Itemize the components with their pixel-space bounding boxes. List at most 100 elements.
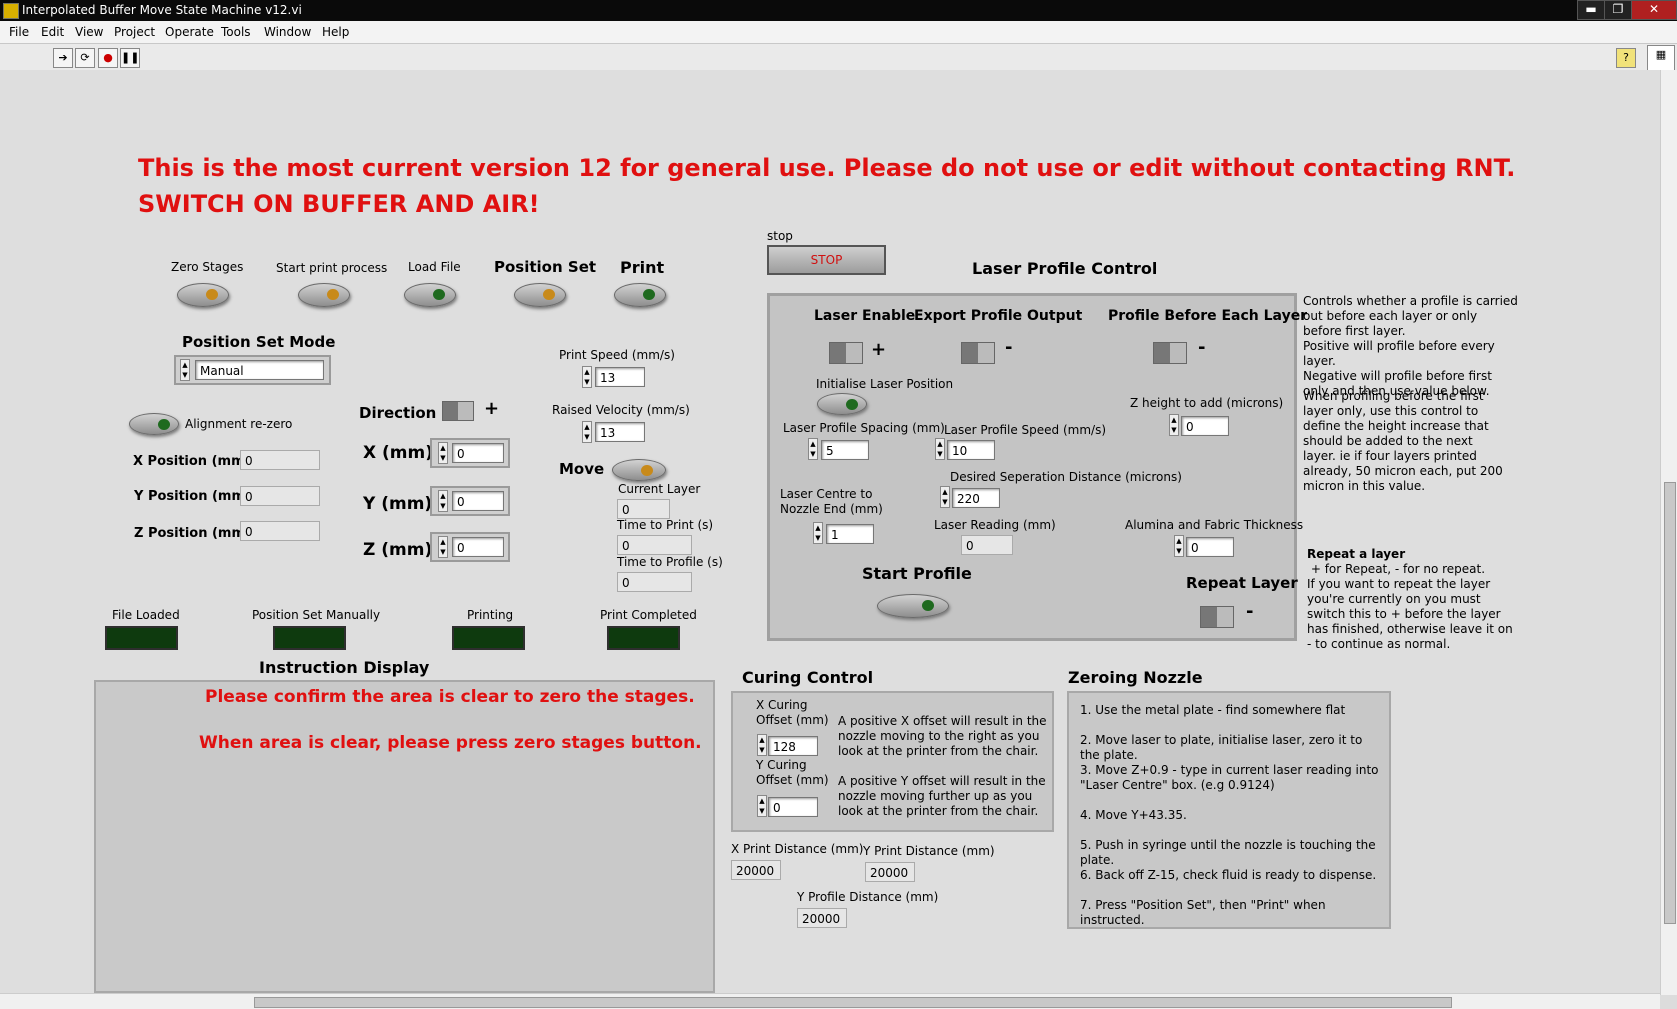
- profile-before-each-layer-toggle[interactable]: [1153, 342, 1187, 364]
- move-button[interactable]: [612, 459, 666, 481]
- minimize-button[interactable]: ▬: [1577, 0, 1605, 20]
- export-profile-output-label: Export Profile Output: [914, 308, 1083, 324]
- profile-before-each-layer-label: Profile Before Each Layer: [1108, 308, 1308, 324]
- y-print-distance-value: 20000: [865, 862, 915, 882]
- export-profile-output-toggle[interactable]: [961, 342, 995, 364]
- x-print-distance-label: X Print Distance (mm): [731, 842, 864, 856]
- initialise-laser-position-button[interactable]: [817, 393, 867, 415]
- laser-reading-value: 0: [961, 535, 1013, 555]
- profile-before-each-layer-sign: -: [1198, 337, 1206, 358]
- x-curing-offset-value[interactable]: 128: [768, 736, 818, 756]
- print-completed-indicator: [607, 626, 680, 650]
- stop-button[interactable]: STOP: [767, 245, 886, 275]
- close-button[interactable]: ✕: [1631, 0, 1677, 20]
- laser-centre-nozzle-spinner[interactable]: ▲ ▼: [813, 522, 823, 544]
- repeat-layer-toggle[interactable]: [1200, 606, 1234, 628]
- alignment-rezero-label: Alignment re-zero: [185, 417, 293, 431]
- laser-profile-spacing-spinner[interactable]: ▲ ▼: [808, 438, 818, 460]
- zero-stages-button[interactable]: [177, 283, 229, 307]
- z-move-value[interactable]: 0: [452, 537, 504, 557]
- desired-separation-spinner[interactable]: ▲ ▼: [940, 486, 950, 508]
- position-set-manually-label: Position Set Manually: [252, 608, 381, 622]
- x-curing-offset-label: X Curing Offset (mm): [756, 698, 829, 727]
- start-print-process-label: Start print process: [276, 261, 388, 275]
- menu-edit[interactable]: Edit: [41, 25, 64, 39]
- raised-velocity-spinner[interactable]: ▲ ▼: [582, 421, 592, 443]
- horizontal-scroll-thumb[interactable]: [254, 997, 1452, 1008]
- maximize-button[interactable]: ❐: [1604, 0, 1632, 20]
- y-position-value: 0: [240, 486, 320, 506]
- x-curing-offset-spinner[interactable]: ▲ ▼: [757, 734, 767, 756]
- y-curing-offset-value[interactable]: 0: [768, 797, 818, 817]
- profile-note: Controls whether a profile is carried ou…: [1303, 294, 1518, 398]
- vertical-scroll-thumb[interactable]: [1664, 482, 1676, 924]
- menu-window[interactable]: Window: [264, 25, 311, 39]
- z-height-to-add-spinner[interactable]: ▲ ▼: [1169, 414, 1179, 436]
- y-move-value[interactable]: 0: [452, 491, 504, 511]
- alumina-fabric-thickness-value[interactable]: 0: [1186, 537, 1234, 557]
- move-label: Move: [559, 460, 605, 478]
- printing-indicator: [452, 626, 525, 650]
- menu-project[interactable]: Project: [114, 25, 155, 39]
- load-file-button[interactable]: [404, 283, 456, 307]
- time-to-profile-label: Time to Profile (s): [617, 555, 723, 569]
- alumina-fabric-thickness-label: Alumina and Fabric Thickness: [1125, 518, 1304, 532]
- run-continuously-icon[interactable]: ⟳: [75, 48, 95, 68]
- context-help-icon[interactable]: ?: [1616, 48, 1636, 68]
- start-profile-button[interactable]: [877, 594, 949, 618]
- zeroing-nozzle-title: Zeroing Nozzle: [1068, 668, 1203, 687]
- laser-profile-spacing-label: Laser Profile Spacing (mm): [783, 421, 945, 435]
- menu-view[interactable]: View: [75, 25, 103, 39]
- x-move-value[interactable]: 0: [452, 443, 504, 463]
- laser-enable-toggle[interactable]: [829, 342, 863, 364]
- alumina-fabric-thickness-spinner[interactable]: ▲ ▼: [1174, 535, 1184, 557]
- horizontal-scrollbar[interactable]: [0, 993, 1660, 1009]
- title-bar: Interpolated Buffer Move State Machine v…: [0, 0, 1677, 21]
- desired-separation-value[interactable]: 220: [952, 488, 1000, 508]
- position-set-mode-spinner[interactable]: ▲ ▼: [180, 359, 190, 381]
- laser-profile-speed-spinner[interactable]: ▲ ▼: [935, 438, 945, 460]
- menu-file[interactable]: File: [9, 25, 29, 39]
- laser-centre-nozzle-label: Laser Centre to Nozzle End (mm): [780, 487, 883, 516]
- repeat-layer-sign: -: [1246, 601, 1254, 622]
- zeroing-step-6: 6. Back off Z-15, check fluid is ready t…: [1080, 868, 1377, 882]
- raised-velocity-value[interactable]: 13: [595, 422, 645, 442]
- pause-icon[interactable]: ❚❚: [120, 48, 140, 68]
- laser-profile-speed-value[interactable]: 10: [947, 440, 995, 460]
- z-position-value: 0: [240, 521, 320, 541]
- alignment-rezero-button[interactable]: [129, 413, 179, 435]
- x-move-spinner[interactable]: ▲ ▼: [438, 442, 448, 464]
- run-arrow-icon[interactable]: ➔: [53, 48, 73, 68]
- laser-centre-nozzle-value[interactable]: 1: [826, 524, 874, 544]
- direction-toggle[interactable]: [442, 401, 474, 421]
- raised-velocity-label: Raised Velocity (mm/s): [552, 403, 690, 417]
- start-print-process-button[interactable]: [298, 283, 350, 307]
- warning-banner-line2: SWITCH ON BUFFER AND AIR!: [138, 190, 540, 218]
- z-height-to-add-value[interactable]: 0: [1181, 416, 1229, 436]
- print-completed-label: Print Completed: [600, 608, 697, 622]
- time-to-profile-value: 0: [617, 572, 692, 592]
- app-icon: [3, 3, 19, 19]
- current-layer-label: Current Layer: [618, 482, 701, 496]
- vi-icon: ▦: [1647, 45, 1675, 71]
- y-position-label: Y Position (mm): [134, 489, 251, 504]
- y-curing-offset-spinner[interactable]: ▲ ▼: [757, 795, 767, 817]
- menu-tools[interactable]: Tools: [221, 25, 251, 39]
- printing-label: Printing: [467, 608, 514, 622]
- menu-operate[interactable]: Operate: [165, 25, 214, 39]
- z-move-spinner[interactable]: ▲ ▼: [438, 536, 448, 558]
- direction-label: Direction: [359, 404, 437, 422]
- z-position-label: Z Position (mm): [134, 526, 251, 541]
- position-set-mode-value[interactable]: Manual: [195, 360, 324, 380]
- print-speed-spinner[interactable]: ▲ ▼: [582, 366, 592, 388]
- menu-help[interactable]: Help: [322, 25, 349, 39]
- print-speed-value[interactable]: 13: [595, 367, 645, 387]
- y-move-spinner[interactable]: ▲ ▼: [438, 490, 448, 512]
- abort-icon[interactable]: ●: [98, 48, 118, 68]
- position-set-button[interactable]: [514, 283, 566, 307]
- file-loaded-label: File Loaded: [112, 608, 180, 622]
- laser-profile-spacing-value[interactable]: 5: [821, 440, 869, 460]
- time-to-print-label: Time to Print (s): [617, 518, 714, 532]
- print-button[interactable]: [614, 283, 666, 307]
- vertical-scrollbar[interactable]: [1660, 70, 1677, 995]
